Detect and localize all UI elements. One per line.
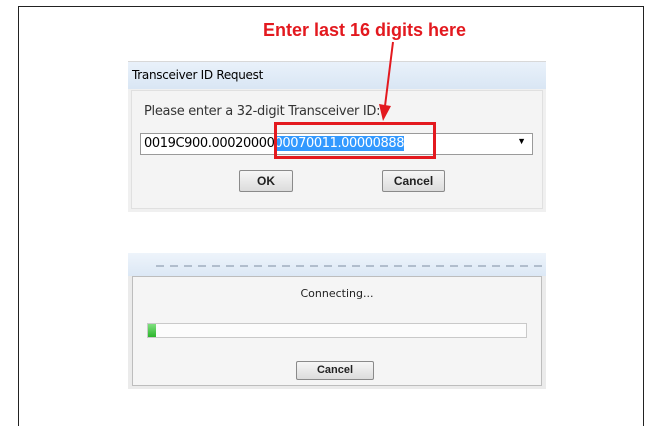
- ok-button[interactable]: OK: [239, 170, 293, 192]
- connecting-dialog: Connecting... Cancel: [128, 253, 546, 389]
- prompt-label: Please enter a 32-digit Transceiver ID:: [144, 104, 381, 119]
- connecting-dialog-titlebar: [128, 253, 546, 276]
- connecting-dialog-body: Connecting... Cancel: [132, 276, 542, 386]
- cancel-connect-button[interactable]: Cancel: [296, 361, 374, 380]
- annotation-label: Enter last 16 digits here: [263, 20, 467, 40]
- highlight-box: [274, 122, 436, 159]
- dropdown-arrow-icon[interactable]: ▼: [517, 136, 526, 146]
- blurred-background-text: [156, 265, 546, 267]
- progress-fill: [148, 324, 156, 337]
- progress-bar: [147, 323, 527, 338]
- cancel-button[interactable]: Cancel: [382, 170, 445, 192]
- transceiver-id-prefix: 0019C900.00020000: [144, 136, 275, 151]
- connecting-status: Connecting...: [300, 287, 374, 300]
- dialog-title: Transceiver ID Request: [128, 62, 546, 89]
